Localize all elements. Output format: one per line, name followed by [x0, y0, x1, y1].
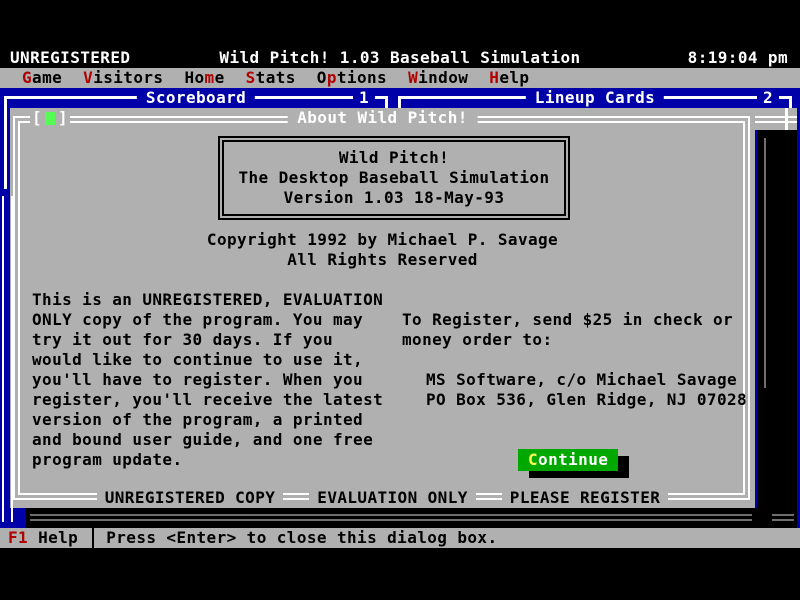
about-dialog: [] About Wild Pitch! Wild Pitch! The Des… [10, 108, 755, 508]
copyright-text: Copyright 1992 by Michael P. Savage All … [10, 230, 755, 270]
menu-bar: Game Visitors Home Stats Options Window … [0, 68, 800, 88]
dialog-close-button[interactable]: [] [30, 108, 70, 128]
badge-please-register: PLEASE REGISTER [502, 488, 669, 508]
window-title-lineup-cards: Lineup Cards [526, 88, 664, 108]
evaluation-notice-text: This is an UNREGISTERED, EVALUATION ONLY… [32, 290, 383, 470]
register-address: MS Software, c/o Michael Savage PO Box 5… [426, 370, 747, 410]
about-info-box: Wild Pitch! The Desktop Baseball Simulat… [218, 136, 570, 220]
dialog-shadow-right [757, 130, 797, 508]
close-box-icon [45, 112, 55, 125]
window-number-scoreboard[interactable]: 1 [353, 88, 375, 108]
dialog-title: About Wild Pitch! [287, 108, 478, 128]
app-title: Wild Pitch! 1.03 Baseball Simulation [0, 48, 800, 68]
product-version: Version 1.03 18-May-93 [220, 188, 568, 208]
app-titlebar: UNREGISTERED Wild Pitch! 1.03 Baseball S… [0, 48, 800, 68]
menu-item-window[interactable]: Window [408, 68, 468, 88]
menu-item-visitors[interactable]: Visitors [83, 68, 163, 88]
window-interior-fragment [755, 108, 797, 130]
window-number-lineup-cards[interactable]: 2 [757, 88, 779, 108]
help-key-shortcut[interactable]: F1 [8, 528, 28, 548]
clock: 8:19:04 pm [688, 48, 788, 68]
badge-evaluation-only: EVALUATION ONLY [309, 488, 476, 508]
dialog-footer-badges: UNREGISTERED COPY EVALUATION ONLY PLEASE… [10, 488, 755, 508]
dos-screen: UNREGISTERED Wild Pitch! 1.03 Baseball S… [0, 0, 800, 600]
badge-unregistered-copy: UNREGISTERED COPY [97, 488, 284, 508]
product-name: Wild Pitch! [220, 148, 568, 168]
background-window-border-fragment [2, 196, 13, 522]
continue-button[interactable]: Continue [518, 449, 618, 471]
help-key-label[interactable]: Help [38, 528, 78, 548]
menu-item-stats[interactable]: Stats [246, 68, 296, 88]
register-instructions: To Register, send $25 in check or money … [402, 310, 733, 350]
status-separator [92, 528, 94, 548]
window-title-scoreboard: Scoreboard [137, 88, 255, 108]
status-bar: F1 Help Press <Enter> to close this dial… [0, 528, 800, 548]
menu-item-options[interactable]: Options [317, 68, 387, 88]
dialog-shadow-bottom [26, 508, 797, 528]
menu-item-game[interactable]: Game [22, 68, 62, 88]
product-tagline: The Desktop Baseball Simulation [220, 168, 568, 188]
menu-item-help[interactable]: Help [489, 68, 529, 88]
menu-item-home[interactable]: Home [184, 68, 224, 88]
status-message: Press <Enter> to close this dialog box. [106, 528, 497, 548]
